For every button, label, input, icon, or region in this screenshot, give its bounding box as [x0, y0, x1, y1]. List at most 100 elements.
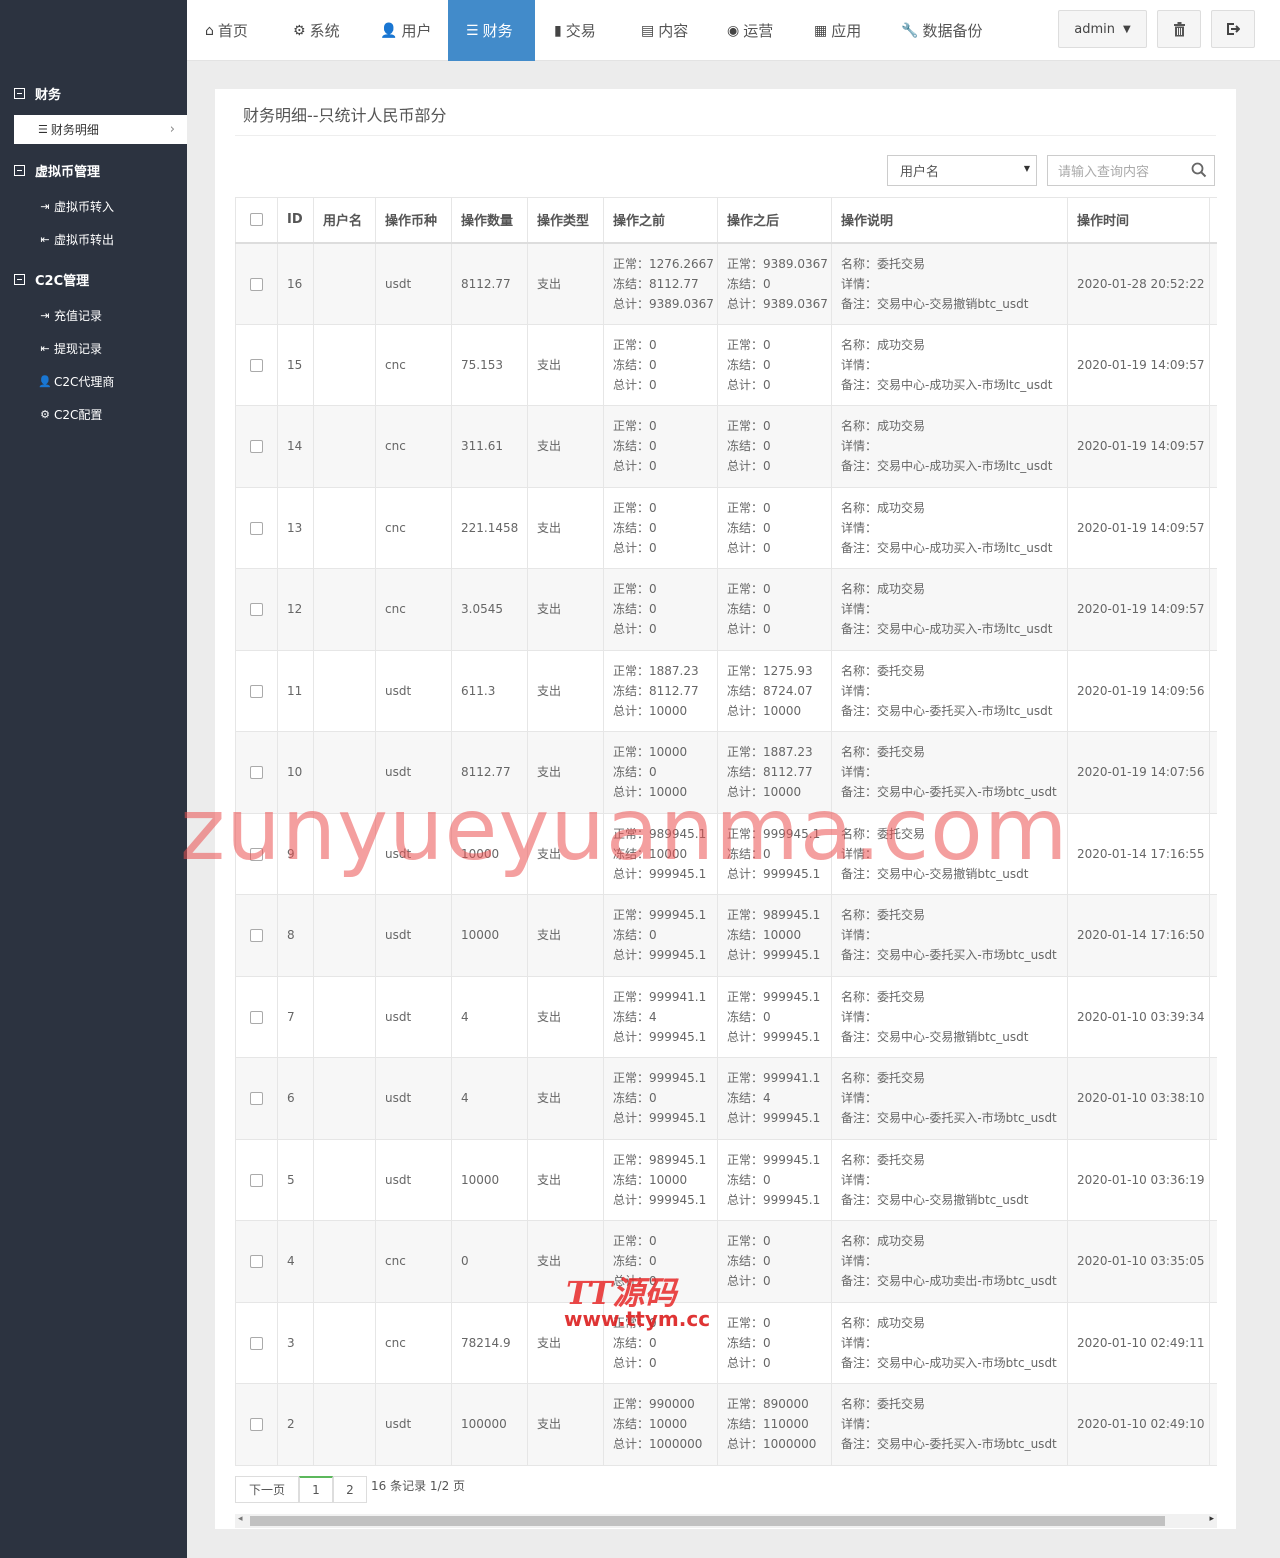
table-row[interactable]: 15 cnc 75.153 支出 正常：0 冻结：0 总计：0 正常：0 冻结：0 总计：0 名称：… [235, 323, 1217, 406]
table-row[interactable]: 16 usdt 8112.77 支出 正常：1276.2667 冻结：8112.77 总计：… [235, 242, 1217, 325]
scroll-left-arrow[interactable]: ◂ [238, 1514, 243, 1524]
nav-trade[interactable]: ▮ 交易 [536, 0, 614, 61]
row-checkbox[interactable] [250, 603, 263, 617]
row-checkbox[interactable] [250, 440, 263, 454]
cell-desc: 名称：委托交易 详情： 备注：交易中心-交易撤销btc_usdt [831, 975, 1068, 1058]
cell-type: 支出 [527, 1057, 604, 1140]
sidebar-item-finance-detail[interactable]: ☰ 财务明细 › [14, 115, 187, 144]
cell-after: 正常：1887.23 冻结：8112.77 总计：10000 [717, 731, 832, 814]
table-row[interactable]: 6 usdt 4 支出 正常：999945.1 冻结：0 总计：999945.1 正常：999… [235, 1057, 1217, 1140]
table-row[interactable]: 13 cnc 221.1458 支出 正常：0 冻结：0 总计：0 正常：0 冻结：0 总计：0 名… [235, 486, 1217, 569]
after-line: 正常：999945.1 [727, 826, 821, 841]
row-checkbox[interactable] [250, 521, 263, 535]
row-checkbox[interactable] [250, 847, 263, 861]
desc-line: 备注：交易中心-交易撤销btc_usdt [841, 1192, 1029, 1207]
filter-field-select[interactable]: 用户名 ▼ [887, 155, 1037, 186]
nav-home[interactable]: ⌂ 首页 [187, 0, 266, 61]
cell-type: 支出 [527, 649, 604, 732]
desc-line: 名称：委托交易 [841, 1152, 926, 1167]
select-all-checkbox[interactable] [250, 213, 263, 227]
desc-line: 详情： [841, 520, 878, 535]
table-row[interactable]: 2 usdt 100000 支出 正常：990000 冻结：10000 总计：1000000… [235, 1383, 1217, 1466]
cell-type: 支出 [527, 1138, 604, 1221]
table-row[interactable]: 11 usdt 611.3 支出 正常：1887.23 冻结：8112.77 总计：1000… [235, 649, 1217, 732]
cell-coin: cnc [375, 486, 452, 569]
table-row[interactable]: 7 usdt 4 支出 正常：999941.1 冻结：4 总计：999945.1 正常：999… [235, 975, 1217, 1058]
row-checkbox[interactable] [250, 1336, 263, 1350]
cell-before: 正常：0 冻结：0 总计：0 [603, 486, 718, 569]
table-row[interactable]: 12 cnc 3.0545 支出 正常：0 冻结：0 总计：0 正常：0 冻结：0 总计：0 名称：… [235, 568, 1217, 651]
row-checkbox[interactable] [250, 1173, 263, 1187]
row-checkbox[interactable] [250, 358, 263, 372]
table-row[interactable]: 5 usdt 10000 支出 正常：989945.1 冻结：10000 总计：999945… [235, 1138, 1217, 1221]
before-line: 总计：0 [613, 1274, 657, 1289]
nav-user[interactable]: 👤 用户 [362, 0, 449, 61]
nav-apps[interactable]: ▦ 应用 [796, 0, 879, 61]
table-row[interactable]: 8 usdt 10000 支出 正常：999945.1 冻结：0 总计：999945.1 正常… [235, 894, 1217, 977]
cell-coin: cnc [375, 405, 452, 488]
cell-type: 支出 [527, 731, 604, 814]
admin-dropdown[interactable]: admin ▼ [1058, 10, 1147, 48]
sidebar-item-withdraw[interactable]: ⇤ 提现记录 [38, 340, 102, 357]
cell-id: 12 [277, 568, 314, 651]
nav-system[interactable]: ⚙ 系统 [275, 0, 358, 61]
nav-finance[interactable]: ☰ 财务 [448, 0, 535, 61]
table-row[interactable]: 10 usdt 8112.77 支出 正常：10000 冻结：0 总计：10000 正常：18… [235, 731, 1217, 814]
logout-button[interactable] [1211, 10, 1255, 48]
cell-time: 2020-01-10 03:38:10 [1067, 1057, 1210, 1140]
row-checkbox[interactable] [250, 766, 263, 780]
cell-time: 2020-01-14 17:16:50 [1067, 894, 1210, 977]
sidebar-item-coin-out[interactable]: ⇤ 虚拟币转出 [38, 231, 114, 248]
cell-extra [1209, 486, 1217, 569]
sidebar-item-label: C2C代理商 [54, 375, 115, 389]
cell-type: 支出 [527, 1220, 604, 1303]
clear-cache-button[interactable] [1157, 10, 1201, 48]
scroll-right-arrow[interactable]: ▸ [1209, 1514, 1214, 1524]
gear-icon: ⚙ [40, 408, 50, 421]
sidebar-group-finance[interactable]: 财务 [14, 84, 61, 103]
sidebar-group-label: 虚拟币管理 [35, 165, 101, 180]
desc-line: 名称：委托交易 [841, 256, 926, 271]
cell-amount: 8112.77 [451, 242, 528, 325]
after-line: 正常：0 [727, 1234, 771, 1249]
sidebar-item-recharge[interactable]: ⇥ 充值记录 [38, 307, 102, 324]
cell-after: 正常：0 冻结：0 总计：0 [717, 405, 832, 488]
next-page-button[interactable]: 下一页 [235, 1476, 299, 1503]
sidebar-group-c2c[interactable]: C2C管理 [14, 270, 89, 289]
nav-content[interactable]: ▤ 内容 [623, 0, 706, 61]
divider [235, 135, 1216, 136]
sidebar-group-virtual-coin[interactable]: 虚拟币管理 [14, 161, 100, 180]
row-checkbox[interactable] [250, 1418, 263, 1432]
row-checkbox[interactable] [250, 1255, 263, 1269]
before-line: 总计：999945.1 [613, 1192, 707, 1207]
nav-operation[interactable]: ◉ 运营 [709, 0, 791, 61]
nav-backup[interactable]: 🔧 数据备份 [883, 0, 1000, 61]
before-line: 正常：990000 [613, 1397, 695, 1412]
table-row[interactable]: 9 usdt 10000 支出 正常：989945.1 冻结：10000 总计：999945… [235, 812, 1217, 895]
horizontal-scrollbar[interactable]: ◂ ▸ [235, 1514, 1217, 1528]
table-container[interactable]: ID 用户名 操作币种 操作数量 操作类型 操作之前 操作之后 操作说明 操作时… [235, 197, 1217, 1467]
cell-id: 10 [277, 731, 314, 814]
table-row[interactable]: 4 cnc 0 支出 正常：0 冻结：0 总计：0 正常：0 冻结：0 总计：0 名称：成功交易 详情… [235, 1220, 1217, 1303]
page-2-button[interactable]: 2 [333, 1476, 367, 1503]
after-line: 总计：0 [727, 377, 771, 392]
table-row[interactable]: 3 cnc 78214.9 支出 正常：0 冻结：0 总计：0 正常：0 冻结：0 总计：0 名称：… [235, 1301, 1217, 1384]
sidebar-item-coin-in[interactable]: ⇥ 虚拟币转入 [38, 198, 114, 215]
search-icon[interactable] [1191, 162, 1207, 178]
after-line: 冻结：0 [727, 602, 771, 617]
table-row[interactable]: 14 cnc 311.61 支出 正常：0 冻结：0 总计：0 正常：0 冻结：0 总计：0 名称：… [235, 405, 1217, 488]
page-1-button[interactable]: 1 [299, 1476, 333, 1503]
row-checkbox[interactable] [250, 1092, 263, 1106]
desc-line: 名称：成功交易 [841, 337, 926, 352]
scrollbar-thumb[interactable] [250, 1516, 1165, 1526]
pagination: 下一页 1 2 16 条记录 1/2 页 [235, 1476, 465, 1503]
row-checkbox[interactable] [250, 1010, 263, 1024]
row-select-cell [235, 812, 278, 895]
row-checkbox[interactable] [250, 277, 263, 291]
row-checkbox[interactable] [250, 929, 263, 943]
sidebar-item-c2c-config[interactable]: ⚙ C2C配置 [38, 406, 102, 423]
sidebar-item-c2c-agent[interactable]: 👤 C2C代理商 [38, 373, 114, 390]
row-checkbox[interactable] [250, 684, 263, 698]
desc-line: 备注：交易中心-委托买入-市场btc_usdt [841, 1111, 1057, 1126]
search-input[interactable]: 请输入查询内容 [1047, 155, 1215, 186]
